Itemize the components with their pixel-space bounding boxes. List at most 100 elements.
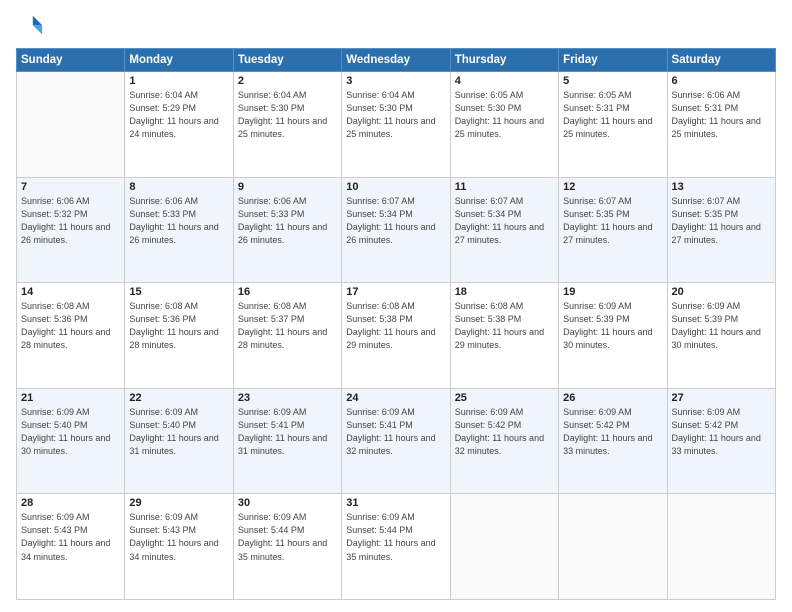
calendar-week-row: 28 Sunrise: 6:09 AMSunset: 5:43 PMDayligh… <box>17 494 776 600</box>
logo <box>16 12 48 40</box>
calendar-cell: 31 Sunrise: 6:09 AMSunset: 5:44 PMDayligh… <box>342 494 450 600</box>
calendar-cell: 19 Sunrise: 6:09 AMSunset: 5:39 PMDayligh… <box>559 283 667 389</box>
day-detail: Sunrise: 6:05 AMSunset: 5:31 PMDaylight:… <box>563 89 662 141</box>
day-detail: Sunrise: 6:09 AMSunset: 5:42 PMDaylight:… <box>563 406 662 458</box>
calendar-week-row: 7 Sunrise: 6:06 AMSunset: 5:32 PMDaylight… <box>17 177 776 283</box>
day-detail: Sunrise: 6:05 AMSunset: 5:30 PMDaylight:… <box>455 89 554 141</box>
header <box>16 12 776 40</box>
day-detail: Sunrise: 6:09 AMSunset: 5:44 PMDaylight:… <box>346 511 445 563</box>
day-number: 13 <box>672 181 771 193</box>
calendar-cell: 23Sunrise: 6:09 AMSunset: 5:41 PMDayligh… <box>233 388 341 494</box>
day-number: 10 <box>346 181 445 193</box>
day-number: 12 <box>563 181 662 193</box>
calendar-cell: 2 Sunrise: 6:04 AMSunset: 5:30 PMDaylight… <box>233 72 341 178</box>
day-number: 23 <box>238 392 337 404</box>
calendar-header-sunday: Sunday <box>17 49 125 72</box>
calendar-cell <box>667 494 775 600</box>
day-detail: Sunrise: 6:06 AMSunset: 5:31 PMDaylight:… <box>672 89 771 141</box>
day-detail: Sunrise: 6:06 AMSunset: 5:33 PMDaylight:… <box>238 195 337 247</box>
day-detail: Sunrise: 6:09 AMSunset: 5:39 PMDaylight:… <box>672 300 771 352</box>
day-detail: Sunrise: 6:08 AMSunset: 5:38 PMDaylight:… <box>455 300 554 352</box>
calendar-header-monday: Monday <box>125 49 233 72</box>
day-number: 11 <box>455 181 554 193</box>
day-number: 15 <box>129 286 228 298</box>
day-number: 22 <box>129 392 228 404</box>
day-detail: Sunrise: 6:04 AMSunset: 5:29 PMDaylight:… <box>129 89 228 141</box>
day-detail: Sunrise: 6:09 AMSunset: 5:42 PMDaylight:… <box>455 406 554 458</box>
calendar-cell: 26 Sunrise: 6:09 AMSunset: 5:42 PMDayligh… <box>559 388 667 494</box>
day-number: 28 <box>21 497 120 509</box>
calendar-cell: 8Sunrise: 6:06 AMSunset: 5:33 PMDaylight… <box>125 177 233 283</box>
day-detail: Sunrise: 6:07 AMSunset: 5:34 PMDaylight:… <box>346 195 445 247</box>
calendar-cell: 16Sunrise: 6:08 AMSunset: 5:37 PMDayligh… <box>233 283 341 389</box>
calendar-cell <box>450 494 558 600</box>
calendar-cell: 9 Sunrise: 6:06 AMSunset: 5:33 PMDaylight… <box>233 177 341 283</box>
day-detail: Sunrise: 6:09 AMSunset: 5:40 PMDaylight:… <box>21 406 120 458</box>
calendar-header-row: SundayMondayTuesdayWednesdayThursdayFrid… <box>17 49 776 72</box>
day-number: 2 <box>238 75 337 87</box>
calendar-header-saturday: Saturday <box>667 49 775 72</box>
calendar-cell: 11 Sunrise: 6:07 AMSunset: 5:34 PMDayligh… <box>450 177 558 283</box>
calendar-cell <box>17 72 125 178</box>
day-number: 9 <box>238 181 337 193</box>
calendar-cell: 13 Sunrise: 6:07 AMSunset: 5:35 PMDayligh… <box>667 177 775 283</box>
page: SundayMondayTuesdayWednesdayThursdayFrid… <box>0 0 792 612</box>
day-detail: Sunrise: 6:07 AMSunset: 5:35 PMDaylight:… <box>672 195 771 247</box>
day-number: 16 <box>238 286 337 298</box>
day-number: 18 <box>455 286 554 298</box>
calendar-table: SundayMondayTuesdayWednesdayThursdayFrid… <box>16 48 776 600</box>
calendar-cell: 17Sunrise: 6:08 AMSunset: 5:38 PMDayligh… <box>342 283 450 389</box>
day-detail: Sunrise: 6:09 AMSunset: 5:41 PMDaylight:… <box>346 406 445 458</box>
day-detail: Sunrise: 6:09 AMSunset: 5:39 PMDaylight:… <box>563 300 662 352</box>
calendar-cell: 28 Sunrise: 6:09 AMSunset: 5:43 PMDayligh… <box>17 494 125 600</box>
day-number: 30 <box>238 497 337 509</box>
calendar-cell: 18 Sunrise: 6:08 AMSunset: 5:38 PMDayligh… <box>450 283 558 389</box>
day-detail: Sunrise: 6:08 AMSunset: 5:36 PMDaylight:… <box>129 300 228 352</box>
day-number: 4 <box>455 75 554 87</box>
calendar-cell: 3 Sunrise: 6:04 AMSunset: 5:30 PMDaylight… <box>342 72 450 178</box>
calendar-cell: 30Sunrise: 6:09 AMSunset: 5:44 PMDayligh… <box>233 494 341 600</box>
calendar-cell <box>559 494 667 600</box>
logo-icon <box>16 12 44 40</box>
day-number: 17 <box>346 286 445 298</box>
day-number: 6 <box>672 75 771 87</box>
calendar-cell: 4 Sunrise: 6:05 AMSunset: 5:30 PMDaylight… <box>450 72 558 178</box>
day-number: 3 <box>346 75 445 87</box>
day-number: 5 <box>563 75 662 87</box>
calendar-cell: 10 Sunrise: 6:07 AMSunset: 5:34 PMDayligh… <box>342 177 450 283</box>
day-detail: Sunrise: 6:07 AMSunset: 5:35 PMDaylight:… <box>563 195 662 247</box>
calendar-week-row: 21 Sunrise: 6:09 AMSunset: 5:40 PMDayligh… <box>17 388 776 494</box>
calendar-cell: 15 Sunrise: 6:08 AMSunset: 5:36 PMDayligh… <box>125 283 233 389</box>
day-number: 8 <box>129 181 228 193</box>
day-detail: Sunrise: 6:04 AMSunset: 5:30 PMDaylight:… <box>346 89 445 141</box>
day-detail: Sunrise: 6:04 AMSunset: 5:30 PMDaylight:… <box>238 89 337 141</box>
day-detail: Sunrise: 6:08 AMSunset: 5:36 PMDaylight:… <box>21 300 120 352</box>
calendar-cell: 24 Sunrise: 6:09 AMSunset: 5:41 PMDayligh… <box>342 388 450 494</box>
day-number: 31 <box>346 497 445 509</box>
day-number: 19 <box>563 286 662 298</box>
calendar-week-row: 1 Sunrise: 6:04 AMSunset: 5:29 PMDaylight… <box>17 72 776 178</box>
calendar-cell: 5 Sunrise: 6:05 AMSunset: 5:31 PMDaylight… <box>559 72 667 178</box>
day-detail: Sunrise: 6:06 AMSunset: 5:32 PMDaylight:… <box>21 195 120 247</box>
day-detail: Sunrise: 6:09 AMSunset: 5:40 PMDaylight:… <box>129 406 228 458</box>
calendar-cell: 27Sunrise: 6:09 AMSunset: 5:42 PMDayligh… <box>667 388 775 494</box>
calendar-header-thursday: Thursday <box>450 49 558 72</box>
day-detail: Sunrise: 6:07 AMSunset: 5:34 PMDaylight:… <box>455 195 554 247</box>
day-number: 7 <box>21 181 120 193</box>
calendar-cell: 1 Sunrise: 6:04 AMSunset: 5:29 PMDaylight… <box>125 72 233 178</box>
day-number: 29 <box>129 497 228 509</box>
day-number: 24 <box>346 392 445 404</box>
day-number: 21 <box>21 392 120 404</box>
calendar-cell: 25 Sunrise: 6:09 AMSunset: 5:42 PMDayligh… <box>450 388 558 494</box>
day-number: 27 <box>672 392 771 404</box>
day-number: 14 <box>21 286 120 298</box>
day-detail: Sunrise: 6:09 AMSunset: 5:43 PMDaylight:… <box>129 511 228 563</box>
day-number: 25 <box>455 392 554 404</box>
day-detail: Sunrise: 6:09 AMSunset: 5:43 PMDaylight:… <box>21 511 120 563</box>
day-number: 26 <box>563 392 662 404</box>
calendar-week-row: 14 Sunrise: 6:08 AMSunset: 5:36 PMDayligh… <box>17 283 776 389</box>
calendar-cell: 22 Sunrise: 6:09 AMSunset: 5:40 PMDayligh… <box>125 388 233 494</box>
calendar-cell: 7 Sunrise: 6:06 AMSunset: 5:32 PMDaylight… <box>17 177 125 283</box>
day-number: 1 <box>129 75 228 87</box>
calendar-cell: 20Sunrise: 6:09 AMSunset: 5:39 PMDayligh… <box>667 283 775 389</box>
